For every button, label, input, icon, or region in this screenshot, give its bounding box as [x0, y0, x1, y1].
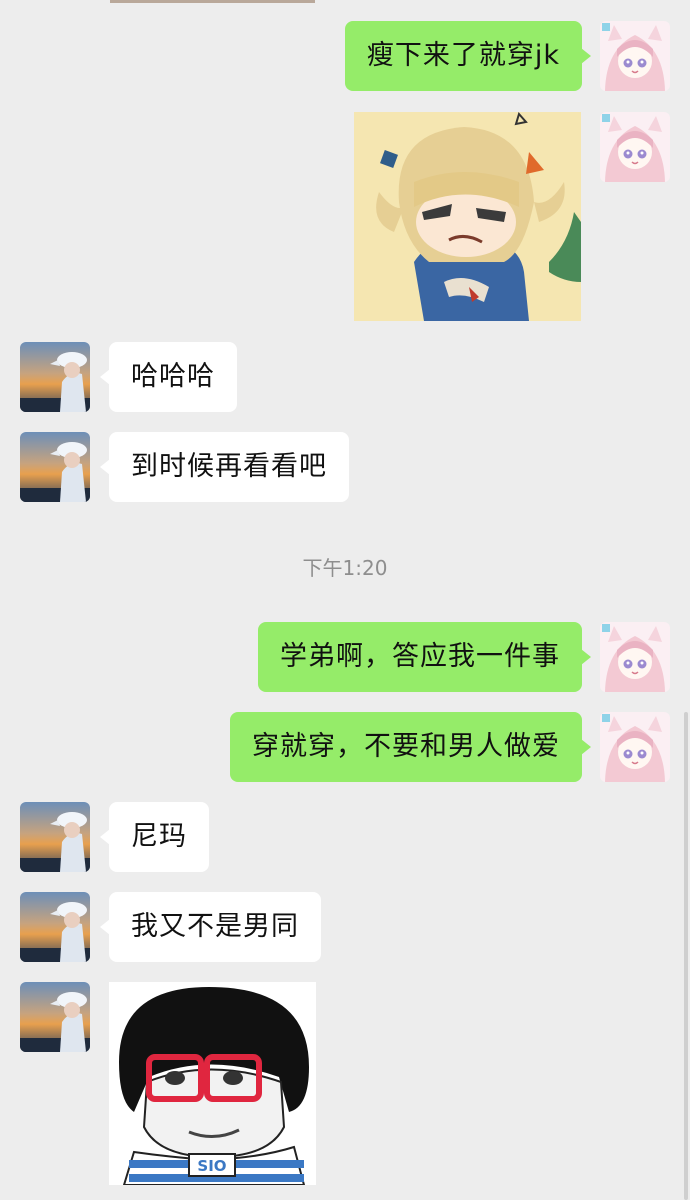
contact-avatar[interactable] — [20, 432, 90, 502]
message-bubble-sent[interactable]: 瘦下来了就穿jk — [344, 21, 592, 91]
contact-avatar[interactable] — [20, 342, 90, 412]
svg-text:SIO: SIO — [197, 1157, 226, 1175]
message-bubble-received[interactable]: 哈哈哈 — [100, 342, 237, 412]
sticker-anime-girl[interactable] — [354, 112, 581, 321]
self-avatar[interactable] — [600, 622, 670, 692]
previous-image-edge — [110, 0, 315, 3]
chat-timestamp: 下午1:20 — [302, 556, 388, 580]
message-bubble-received[interactable]: 我又不是男同 — [100, 892, 321, 962]
message-bubble-received[interactable]: 尼玛 — [100, 802, 209, 872]
message-bubble-received[interactable]: 到时候再看看吧 — [100, 432, 349, 502]
self-avatar[interactable] — [600, 21, 670, 91]
message-bubble-sent[interactable]: 穿就穿，不要和男人做爱 — [230, 712, 591, 782]
sticker-bowl-cut-meme[interactable]: SIO — [109, 982, 316, 1185]
contact-avatar[interactable] — [20, 982, 90, 1052]
self-avatar[interactable] — [600, 112, 670, 182]
contact-avatar[interactable] — [20, 802, 90, 872]
message-bubble-sent[interactable]: 学弟啊，答应我一件事 — [258, 622, 591, 692]
contact-avatar[interactable] — [20, 892, 90, 962]
chat-scrollbar[interactable] — [684, 712, 688, 1200]
self-avatar[interactable] — [600, 712, 670, 782]
